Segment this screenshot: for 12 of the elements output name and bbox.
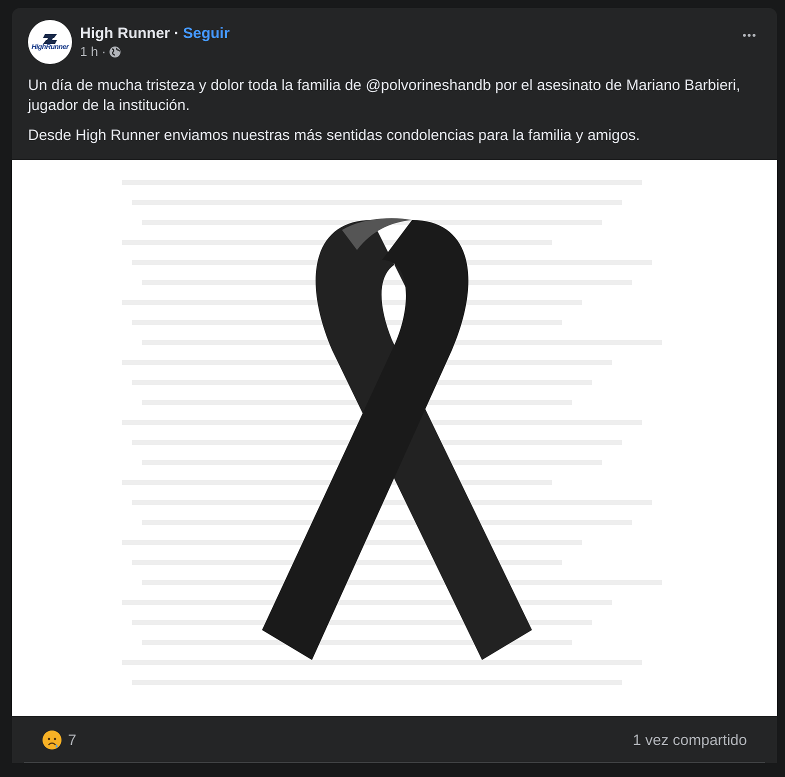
separator: · bbox=[174, 25, 179, 42]
post-text: Un día de mucha tristeza y dolor toda la familia de @polvorineshandb por el asesinato de Mariano Barbieri, jugador de la institución. bbox=[28, 76, 742, 116]
more-button[interactable]: ••• bbox=[738, 26, 761, 46]
reaction-count[interactable]: 7 bbox=[68, 732, 76, 748]
globe-icon bbox=[109, 46, 122, 58]
post-text: Desde High Runner enviamos nuestras más sentidas condolencias para la familia y amigos. bbox=[28, 126, 641, 146]
sad-emoji-icon[interactable] bbox=[42, 730, 62, 750]
follow-link[interactable]: Seguir bbox=[183, 25, 230, 42]
author-name[interactable]: High Runner bbox=[80, 25, 170, 42]
logo-icon bbox=[41, 34, 59, 44]
share-count[interactable]: 1 vez compartido bbox=[632, 732, 747, 748]
post-time[interactable]: 1 h · bbox=[80, 44, 106, 59]
